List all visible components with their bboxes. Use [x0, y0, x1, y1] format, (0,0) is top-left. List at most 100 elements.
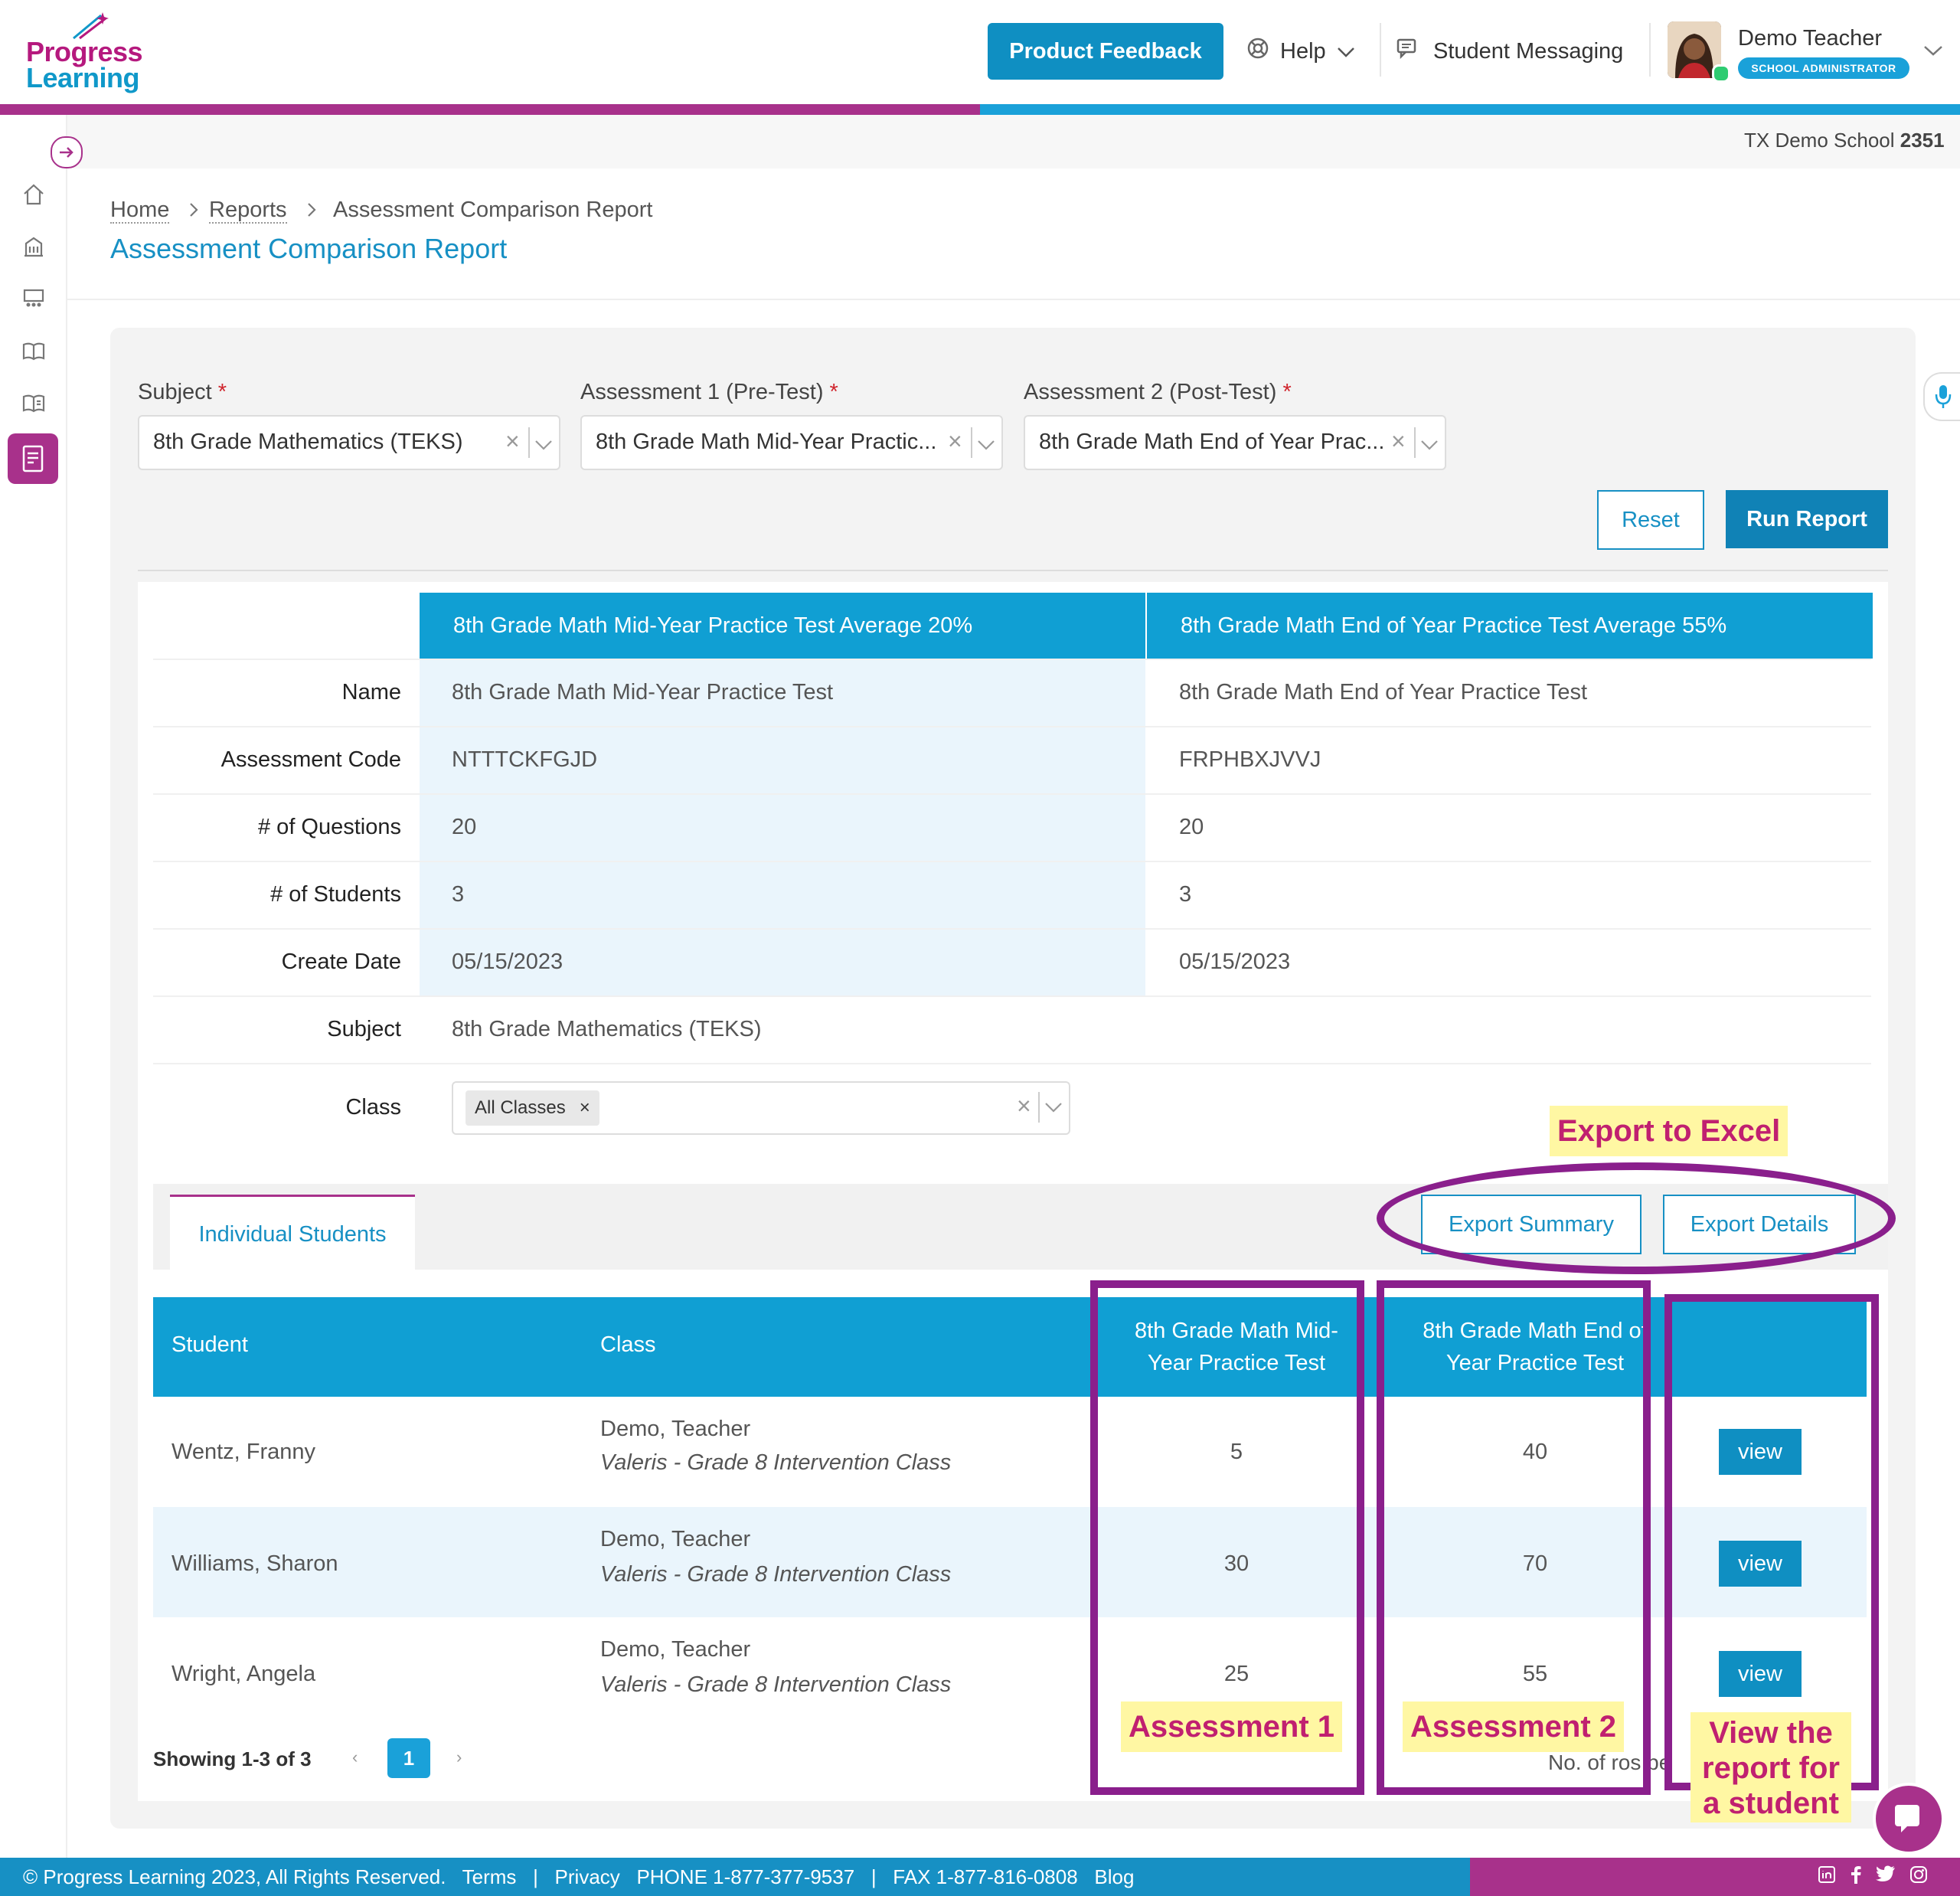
clear-icon[interactable]: × [1017, 1092, 1031, 1120]
student-class: Valeris - Grade 8 Intervention Class [600, 1672, 952, 1697]
home-icon[interactable] [18, 179, 49, 210]
student-teacher: Demo, Teacher [600, 1417, 751, 1441]
linkedin-icon[interactable] [1818, 1865, 1836, 1888]
assessment2-average-header: 8th Grade Math End of Year Practice Test… [1147, 593, 1873, 659]
student-name: Wentz, Franny [172, 1440, 316, 1464]
comparison-cell-bg [420, 862, 1145, 930]
student-class: Valeris - Grade 8 Intervention Class [600, 1562, 952, 1587]
chevron-down-icon[interactable] [1044, 1101, 1063, 1117]
footer-terms-link[interactable]: Terms [462, 1865, 517, 1888]
subject-filter-label: Subject * [138, 380, 227, 405]
annotation-assessment2: Assessment 2 [1403, 1701, 1625, 1752]
reset-button[interactable]: Reset [1597, 490, 1704, 550]
breadcrumb-reports[interactable]: Reports [209, 198, 287, 224]
subject-select-value: 8th Grade Mathematics (TEKS) [153, 430, 463, 454]
student-class: Valeris - Grade 8 Intervention Class [600, 1450, 952, 1475]
comparison-subject-value: 8th Grade Mathematics (TEKS) [452, 1017, 762, 1041]
column-header-class[interactable]: Class [600, 1332, 656, 1358]
chevron-down-icon[interactable] [1420, 432, 1439, 457]
sidebar [0, 115, 67, 1858]
assessment1-select-value: 8th Grade Math Mid-Year Practic... [596, 430, 937, 454]
footer-privacy-link[interactable]: Privacy [555, 1865, 620, 1888]
footer-phone: PHONE 1-877-377-9537 [636, 1865, 855, 1888]
clear-icon[interactable]: × [948, 427, 962, 456]
row-divider [153, 726, 1871, 727]
assessment2-filter-label: Assessment 2 (Post-Test) * [1024, 380, 1292, 405]
column-header-student[interactable]: Student [172, 1332, 248, 1358]
row-divider [153, 861, 1871, 862]
select-divider [1414, 427, 1416, 458]
footer-fax: FAX 1-877-816-0808 [893, 1865, 1078, 1888]
clear-icon[interactable]: × [505, 427, 520, 456]
classroom-icon[interactable] [18, 283, 49, 314]
footer-links: © Progress Learning 2023, All Rights Res… [23, 1865, 1134, 1889]
assessment1-name: 8th Grade Math Mid-Year Practice Test [452, 680, 834, 704]
annotation-ellipse [1377, 1162, 1896, 1274]
pagination-summary: Showing 1-3 of 3 [153, 1747, 312, 1770]
gradebook-icon[interactable] [18, 387, 49, 418]
assessment1-create-date: 05/15/2023 [452, 950, 564, 974]
row-divider [153, 659, 1871, 660]
logo-text-learning: Learning [26, 62, 140, 93]
page-number-button[interactable]: 1 [387, 1738, 430, 1778]
product-feedback-button[interactable]: Product Feedback [988, 23, 1223, 80]
lifebuoy-icon [1246, 37, 1269, 66]
header-divider [1649, 23, 1651, 77]
school-building-icon[interactable] [18, 231, 49, 262]
row-label-create-date: Create Date [281, 950, 401, 974]
assessment1-select[interactable]: 8th Grade Math Mid-Year Practic... × [580, 415, 1003, 470]
assessment2-code: FRPHBXJVVJ [1179, 747, 1321, 772]
required-mark: * [217, 380, 227, 404]
twitter-icon[interactable] [1876, 1865, 1896, 1888]
chevron-down-icon[interactable] [977, 432, 995, 457]
row-label-subject: Subject [327, 1017, 401, 1041]
assessment2-select-value: 8th Grade Math End of Year Prac... [1039, 430, 1385, 454]
student-messaging-label: Student Messaging [1433, 38, 1624, 64]
annotation-view-line2: report for [1702, 1751, 1840, 1785]
comparison-cell-bg [420, 795, 1145, 862]
chevron-right-icon [188, 202, 199, 221]
student-messaging-link[interactable]: Student Messaging [1396, 37, 1623, 66]
tab-individual-students[interactable]: Individual Students [170, 1195, 415, 1272]
select-divider [1038, 1092, 1040, 1123]
book-icon[interactable] [18, 335, 49, 366]
user-menu-chevron-icon[interactable] [1923, 44, 1943, 60]
row-label-students: # of Students [270, 882, 401, 907]
student-name: Williams, Sharon [172, 1551, 338, 1576]
divider [138, 570, 1888, 571]
help-menu[interactable]: Help [1246, 37, 1355, 66]
student-name: Wright, Angela [172, 1662, 316, 1686]
breadcrumb-reports-label: Reports [209, 198, 287, 224]
header-accent-bar-blue [980, 104, 1960, 115]
student-teacher: Demo, Teacher [600, 1527, 751, 1551]
sidebar-expand-icon[interactable] [51, 136, 83, 168]
class-chip: All Classes × [466, 1090, 599, 1126]
assessment1-students: 3 [452, 882, 465, 907]
class-select[interactable]: All Classes × × [452, 1081, 1070, 1135]
prev-page-icon[interactable]: ‹ [352, 1747, 358, 1767]
breadcrumb-current: Assessment Comparison Report [333, 198, 653, 222]
breadcrumb-home[interactable]: Home [110, 198, 170, 224]
footer-blog-link[interactable]: Blog [1094, 1865, 1134, 1888]
facebook-icon[interactable] [1850, 1865, 1862, 1888]
school-number: 2351 [1900, 129, 1945, 152]
reports-icon[interactable] [8, 433, 58, 484]
chat-support-icon[interactable] [1873, 1783, 1945, 1855]
run-report-button[interactable]: Run Report [1726, 490, 1888, 548]
row-label-code: Assessment Code [220, 747, 401, 772]
next-page-icon[interactable]: › [456, 1747, 462, 1767]
help-label: Help [1280, 38, 1326, 64]
annotation-view-line1: View the [1709, 1716, 1833, 1750]
student-teacher: Demo, Teacher [600, 1637, 751, 1662]
school-name-text: TX Demo School [1744, 129, 1895, 152]
chip-remove-icon[interactable]: × [580, 1097, 590, 1119]
subject-select[interactable]: 8th Grade Mathematics (TEKS) × [138, 415, 560, 470]
clear-icon[interactable]: × [1391, 427, 1406, 456]
row-divider [153, 793, 1871, 795]
chevron-down-icon[interactable] [534, 432, 553, 457]
assessment2-select[interactable]: 8th Grade Math End of Year Prac... × [1024, 415, 1446, 470]
instagram-icon[interactable] [1909, 1865, 1928, 1888]
microphone-icon[interactable] [1923, 372, 1960, 421]
footer-separator: | [533, 1865, 538, 1888]
annotation-view-report: View the report for a student [1690, 1712, 1851, 1822]
